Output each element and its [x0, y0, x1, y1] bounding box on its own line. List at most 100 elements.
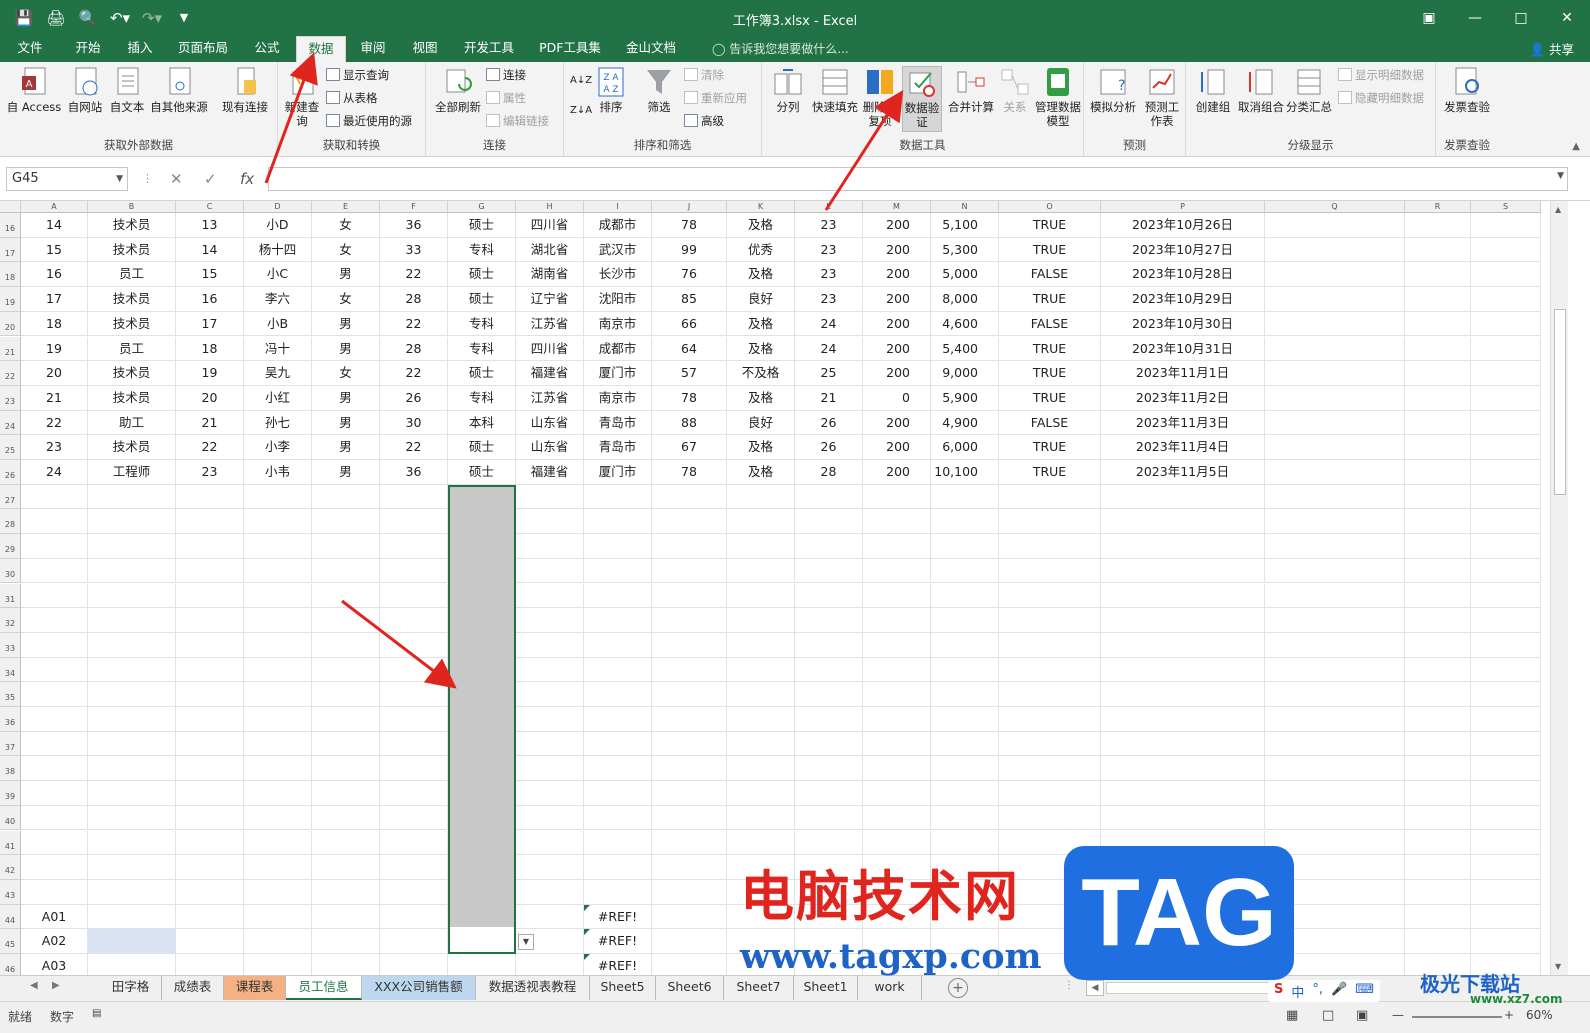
sheet-tab[interactable]: Sheet5	[590, 976, 656, 1000]
cell[interactable]: A03	[21, 954, 88, 975]
cell[interactable]	[652, 608, 727, 633]
cell[interactable]	[1265, 262, 1405, 288]
cell[interactable]: 200	[863, 311, 931, 337]
cell[interactable]	[999, 632, 1101, 658]
cell[interactable]	[652, 855, 727, 880]
cell[interactable]: TRUE	[999, 213, 1101, 238]
validation-dropdown-icon[interactable]: ▼	[518, 934, 534, 951]
cell[interactable]: 及格	[727, 311, 795, 337]
cell[interactable]	[584, 632, 652, 658]
cell[interactable]	[244, 558, 312, 584]
cell[interactable]	[1471, 855, 1541, 880]
cell[interactable]	[795, 509, 863, 535]
cell[interactable]	[727, 707, 795, 732]
cell[interactable]	[312, 484, 380, 510]
cell[interactable]	[999, 583, 1101, 609]
cell[interactable]: 小B	[244, 311, 312, 337]
cell[interactable]	[244, 879, 312, 905]
cell[interactable]	[176, 756, 244, 782]
cell[interactable]	[244, 484, 312, 510]
cell[interactable]	[516, 632, 584, 658]
cell[interactable]	[380, 954, 448, 975]
cell[interactable]	[1405, 336, 1471, 362]
ribbon-display-icon[interactable]: ▣	[1406, 0, 1452, 36]
cell[interactable]	[1471, 879, 1541, 905]
cell[interactable]	[795, 558, 863, 584]
cell[interactable]: 200	[863, 410, 931, 436]
cell[interactable]	[21, 879, 88, 905]
cell[interactable]	[380, 805, 448, 831]
cell[interactable]	[21, 583, 88, 609]
cell[interactable]	[312, 583, 380, 609]
cell[interactable]	[176, 781, 244, 806]
cell[interactable]: 青岛市	[584, 410, 652, 436]
from-other-sources-button[interactable]: 自其他来源	[148, 66, 210, 114]
cell[interactable]: 13	[176, 213, 244, 238]
hscroll-left-icon[interactable]: ◀	[1086, 980, 1104, 996]
cell[interactable]	[584, 805, 652, 831]
cell[interactable]	[1405, 583, 1471, 609]
cell[interactable]	[1471, 361, 1541, 386]
cell[interactable]: 男	[312, 460, 380, 485]
cell[interactable]: 技术员	[88, 435, 176, 460]
select-all-corner[interactable]	[0, 201, 21, 213]
cell[interactable]	[516, 608, 584, 633]
column-header[interactable]: S	[1471, 201, 1541, 213]
cell[interactable]	[1265, 731, 1405, 757]
column-header[interactable]: K	[727, 201, 795, 213]
row-header[interactable]: 39	[0, 781, 21, 806]
active-cell[interactable]	[450, 927, 514, 952]
cell[interactable]	[584, 879, 652, 905]
cell[interactable]	[516, 657, 584, 683]
cell[interactable]: 江苏省	[516, 311, 584, 337]
tab-formulas[interactable]: 公式	[244, 36, 290, 62]
cell[interactable]	[1405, 213, 1471, 238]
cell[interactable]	[88, 879, 176, 905]
cell[interactable]	[21, 558, 88, 584]
row-header[interactable]: 16	[0, 213, 21, 238]
cell[interactable]	[516, 756, 584, 782]
cell[interactable]	[1405, 509, 1471, 535]
cell[interactable]	[795, 682, 863, 707]
row-header[interactable]: 20	[0, 311, 21, 337]
cell[interactable]: 2023年11月3日	[1101, 410, 1265, 436]
cell[interactable]	[21, 534, 88, 559]
cell[interactable]	[584, 534, 652, 559]
tab-view[interactable]: 视图	[402, 36, 448, 62]
cell[interactable]	[1471, 682, 1541, 707]
cell[interactable]	[1265, 361, 1405, 386]
cell[interactable]: 25	[795, 361, 863, 386]
cell[interactable]: A01	[21, 904, 88, 930]
cell[interactable]: 厦门市	[584, 361, 652, 386]
cell[interactable]: 28	[380, 287, 448, 312]
cell[interactable]	[516, 954, 584, 975]
cell[interactable]	[863, 484, 931, 510]
cell[interactable]	[652, 904, 727, 930]
cell[interactable]	[88, 583, 176, 609]
cell[interactable]	[931, 682, 999, 707]
cell[interactable]	[88, 484, 176, 510]
cell[interactable]	[652, 954, 727, 975]
cell[interactable]	[380, 558, 448, 584]
cell[interactable]: TRUE	[999, 361, 1101, 386]
column-header[interactable]: F	[380, 201, 448, 213]
cell[interactable]: 22	[380, 311, 448, 337]
cell[interactable]	[244, 855, 312, 880]
cell[interactable]: 孙七	[244, 410, 312, 436]
cell[interactable]: 女	[312, 237, 380, 263]
cell[interactable]	[21, 731, 88, 757]
column-header[interactable]: Q	[1265, 201, 1405, 213]
existing-connections-button[interactable]: 现有连接	[216, 66, 274, 114]
cell[interactable]: 长沙市	[584, 262, 652, 288]
cell[interactable]	[1471, 608, 1541, 633]
cell[interactable]	[176, 558, 244, 584]
share-button[interactable]: 👤 共享	[1529, 39, 1574, 58]
cell[interactable]	[931, 583, 999, 609]
cell[interactable]	[584, 509, 652, 535]
cell[interactable]	[584, 583, 652, 609]
sheet-tab[interactable]: work	[858, 976, 922, 1000]
cell[interactable]: 23	[795, 213, 863, 238]
cell[interactable]	[516, 855, 584, 880]
row-header[interactable]: 24	[0, 410, 21, 436]
cell[interactable]	[312, 558, 380, 584]
